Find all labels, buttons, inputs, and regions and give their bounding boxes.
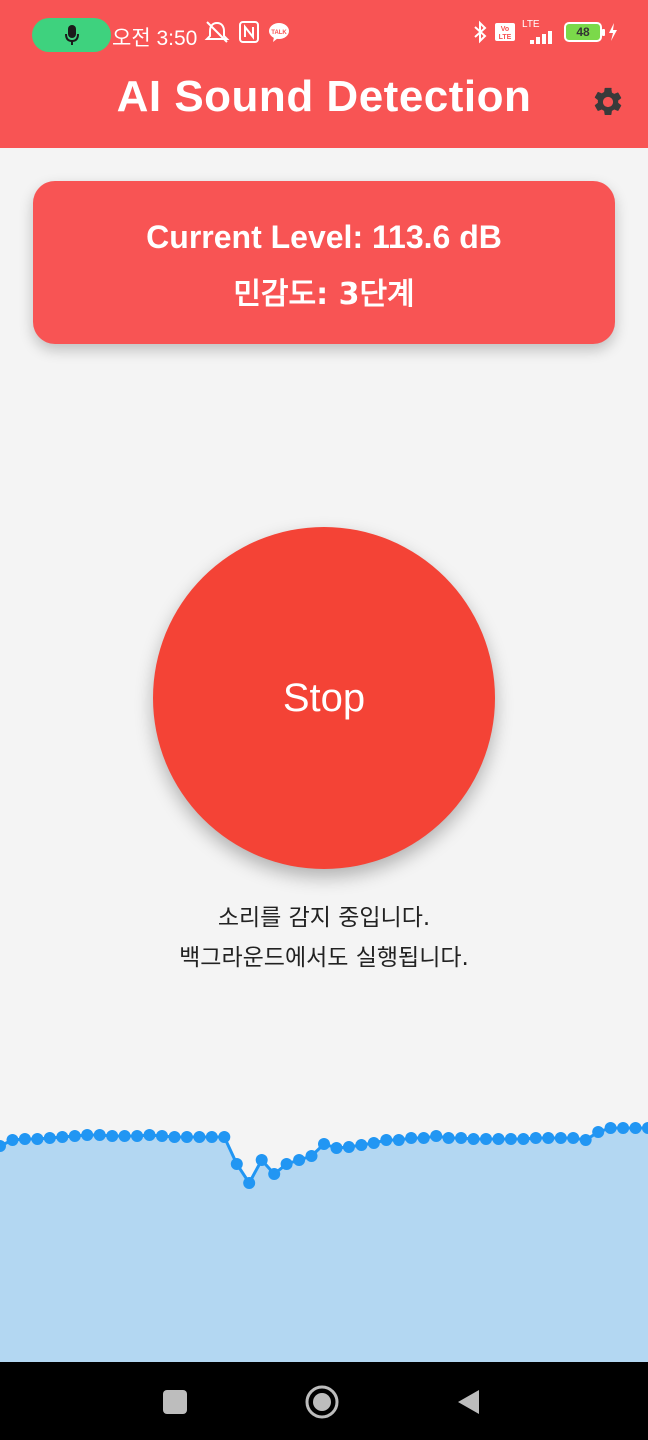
app-header: 오전 3:50 TALK Vo LTE LTE 48 AI Sound Dete…	[0, 0, 648, 148]
charging-icon	[609, 23, 617, 41]
stop-button-label: Stop	[282, 675, 366, 720]
status-bar: 오전 3:50 TALK Vo LTE LTE 48	[0, 14, 648, 58]
talk-icon: TALK	[269, 23, 289, 42]
waveform-point	[118, 1130, 131, 1142]
waveform-fill	[0, 1128, 648, 1362]
waveform-point	[405, 1132, 418, 1144]
signal-icon	[530, 31, 552, 44]
waveform-point	[218, 1131, 231, 1143]
bluetooth-icon	[474, 20, 487, 44]
waveform-point	[305, 1150, 318, 1162]
waveform-point	[268, 1168, 281, 1180]
waveform-point	[280, 1158, 293, 1170]
waveform-point	[367, 1137, 380, 1149]
waveform-point	[81, 1129, 94, 1141]
status-notification-icons: TALK	[204, 20, 290, 44]
svg-text:TALK: TALK	[271, 30, 287, 36]
waveform-point	[442, 1132, 455, 1144]
waveform-point	[604, 1122, 617, 1134]
waveform-point	[43, 1132, 56, 1144]
nav-back-button[interactable]	[446, 1380, 490, 1424]
status-line-2: 백그라운드에서도 실행됩니다.	[179, 945, 469, 971]
waveform-point	[567, 1132, 580, 1144]
volte-icon: Vo LTE	[495, 23, 515, 41]
current-level-text: Current Level: 113.6 dB	[146, 219, 502, 255]
waveform-point	[243, 1177, 256, 1189]
waveform-point	[517, 1133, 530, 1145]
waveform-point	[18, 1133, 31, 1145]
status-time: 오전 3:50	[112, 27, 198, 50]
waveform-point	[156, 1130, 168, 1142]
waveform-point	[355, 1139, 368, 1151]
waveform-point	[455, 1132, 468, 1144]
battery-level: 48	[576, 25, 590, 39]
detection-status: 소리를 감지 중입니다. 백그라운드에서도 실행됩니다.	[0, 898, 648, 978]
page-title: AI Sound Detection	[116, 72, 532, 121]
settings-button[interactable]	[588, 82, 628, 122]
waveform-point	[342, 1141, 355, 1153]
waveform-point	[542, 1132, 555, 1144]
waveform-point	[617, 1122, 630, 1134]
waveform-point	[68, 1130, 81, 1142]
svg-text:Vo: Vo	[501, 26, 509, 33]
waveform-point	[417, 1132, 430, 1144]
waveform-point	[579, 1134, 592, 1146]
nav-recent-button[interactable]	[153, 1380, 197, 1424]
waveform-point	[93, 1129, 106, 1141]
waveform-point	[492, 1133, 505, 1145]
triangle-back-icon	[458, 1390, 479, 1414]
waveform-point	[529, 1132, 542, 1144]
waveform-point	[554, 1132, 567, 1144]
waveform-point	[380, 1134, 393, 1146]
waveform-point	[106, 1130, 119, 1142]
lte-label: LTE	[522, 19, 540, 30]
nfc-icon	[239, 21, 259, 43]
circle-icon	[305, 1385, 339, 1419]
battery-indicator: 48	[564, 22, 605, 42]
waveform-point	[318, 1138, 330, 1150]
waveform-point	[629, 1122, 642, 1134]
waveform-point	[392, 1134, 405, 1146]
waveform-point	[56, 1131, 69, 1143]
waveform-point	[293, 1154, 306, 1166]
svg-text:LTE: LTE	[499, 34, 512, 41]
waveform-point	[168, 1131, 181, 1143]
gear-icon	[594, 87, 622, 116]
waveform-point	[131, 1130, 144, 1142]
sensitivity-text: 민감도: 3단계	[233, 277, 415, 312]
status-system-icons: Vo LTE LTE 48	[472, 20, 618, 44]
square-icon	[163, 1390, 187, 1414]
alarm-off-icon	[204, 21, 230, 43]
level-card: Current Level: 113.6 dB 민감도: 3단계	[33, 181, 615, 344]
mic-indicator	[32, 18, 111, 52]
waveform-point	[467, 1133, 480, 1145]
waveform-point	[255, 1154, 268, 1166]
waveform-point	[330, 1142, 343, 1154]
waveform-point	[592, 1126, 605, 1138]
waveform-point	[430, 1130, 443, 1142]
nav-home-button[interactable]	[300, 1380, 344, 1424]
sound-level-waveform	[0, 1122, 648, 1362]
waveform-point	[480, 1133, 492, 1145]
waveform-point	[230, 1158, 243, 1170]
waveform-point	[31, 1133, 44, 1145]
microphone-icon	[64, 25, 79, 45]
waveform-point	[180, 1131, 193, 1143]
waveform-point	[6, 1134, 19, 1146]
navigation-bar	[0, 1362, 648, 1440]
status-line-1: 소리를 감지 중입니다.	[217, 905, 431, 931]
waveform-point	[143, 1129, 156, 1141]
waveform-point	[504, 1133, 517, 1145]
waveform-point	[193, 1131, 206, 1143]
signal-group: LTE	[522, 20, 558, 44]
waveform-point	[205, 1131, 218, 1143]
stop-button[interactable]: Stop	[153, 527, 495, 869]
